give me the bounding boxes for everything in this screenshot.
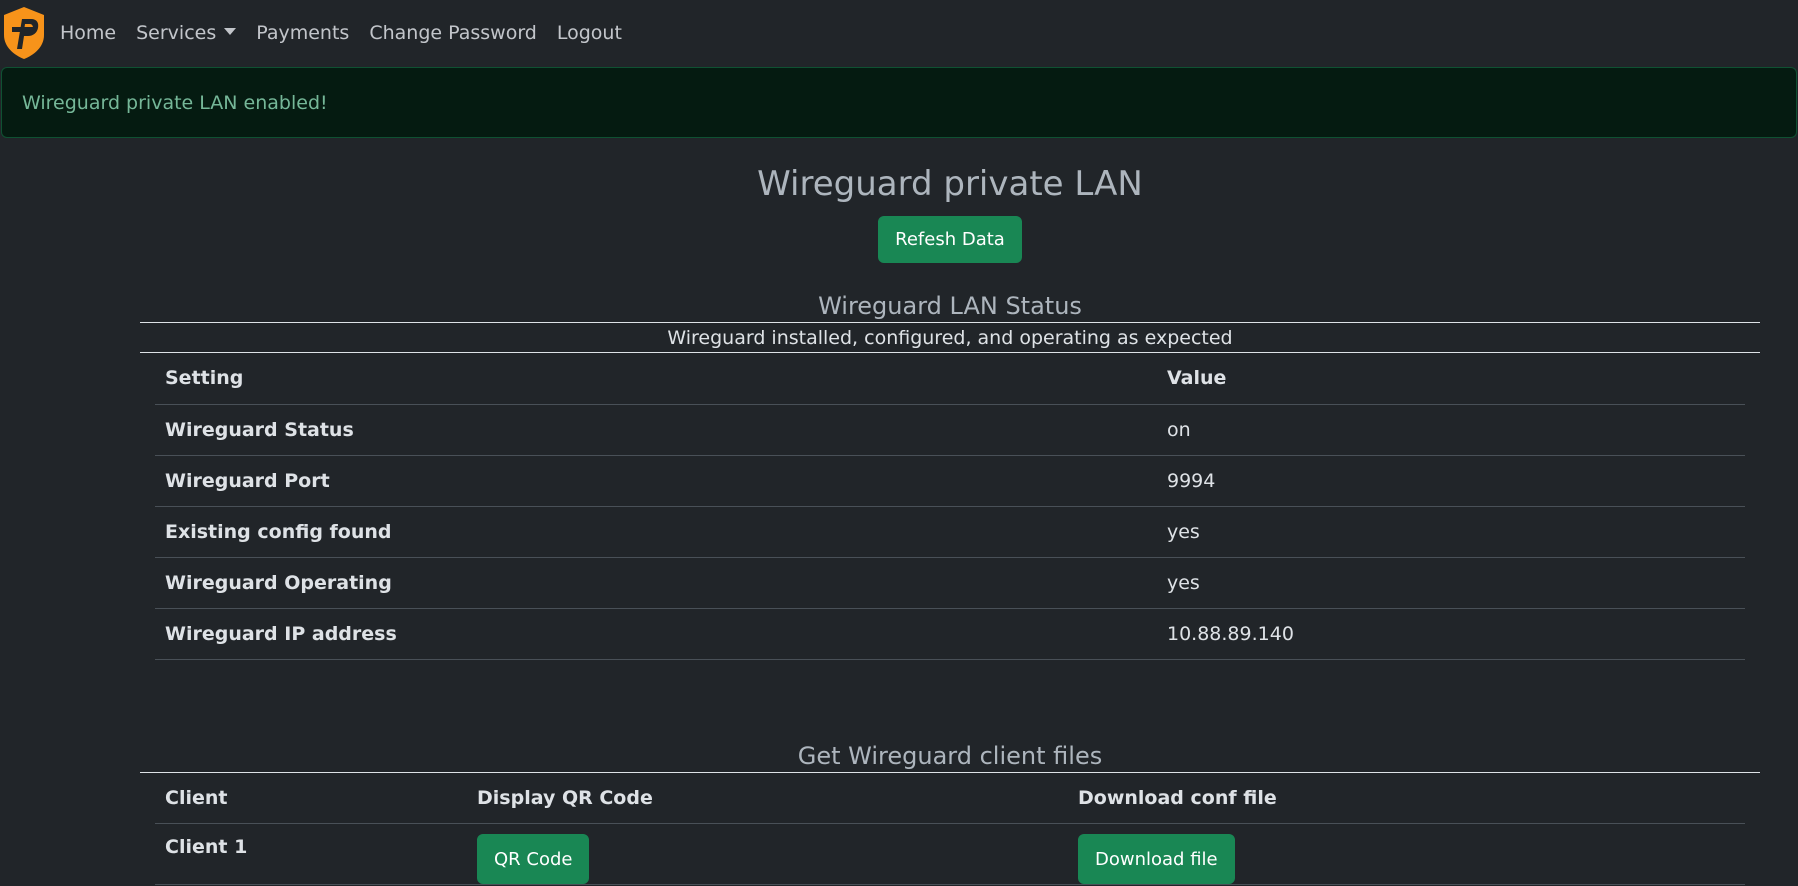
setting-name: Wireguard IP address — [155, 608, 1157, 660]
status-message: Wireguard installed, configured, and ope… — [140, 323, 1760, 353]
column-header-client: Client — [155, 772, 467, 824]
setting-name: Wireguard Status — [155, 404, 1157, 456]
setting-value: 10.88.89.140 — [1157, 608, 1745, 660]
status-table: Setting Value Wireguard Status on Wiregu… — [155, 353, 1745, 660]
success-alert: Wireguard private LAN enabled! — [1, 67, 1797, 138]
setting-name: Wireguard Port — [155, 455, 1157, 507]
status-section-title: Wireguard LAN Status — [818, 292, 1082, 320]
logo-icon[interactable] — [0, 5, 48, 61]
setting-value: yes — [1157, 557, 1745, 609]
navbar: Home Services Payments Change Password L… — [0, 0, 1798, 66]
qr-cell: QR Code — [467, 823, 1068, 885]
refresh-data-button[interactable]: Refesh Data — [878, 216, 1022, 263]
download-file-button[interactable]: Download file — [1078, 834, 1235, 884]
setting-value: yes — [1157, 506, 1745, 558]
table-row: Wireguard IP address 10.88.89.140 — [155, 608, 1745, 660]
table-row: Client 1 QR Code Download file — [155, 823, 1745, 885]
table-header-row: Client Display QR Code Download conf fil… — [155, 772, 1745, 824]
column-header-value: Value — [1157, 353, 1745, 405]
qr-code-button[interactable]: QR Code — [477, 834, 590, 884]
client-name: Client 1 — [155, 823, 467, 885]
nav-change-password[interactable]: Change Password — [369, 22, 537, 44]
setting-value: on — [1157, 404, 1745, 456]
nav-home[interactable]: Home — [60, 22, 116, 44]
table-row: Existing config found yes — [155, 506, 1745, 558]
nav-payments[interactable]: Payments — [256, 22, 349, 44]
column-header-qr: Display QR Code — [467, 772, 1068, 824]
nav-services-label: Services — [136, 22, 217, 44]
setting-value: 9994 — [1157, 455, 1745, 507]
column-header-download: Download conf file — [1068, 772, 1745, 824]
download-cell: Download file — [1068, 823, 1745, 885]
nav-logout[interactable]: Logout — [557, 22, 622, 44]
table-row: Wireguard Operating yes — [155, 557, 1745, 609]
main-content: Wireguard private LAN Refesh Data Wiregu… — [140, 138, 1760, 885]
setting-name: Existing config found — [155, 506, 1157, 558]
table-header-row: Setting Value — [155, 353, 1745, 405]
client-files-table: Client Display QR Code Download conf fil… — [155, 772, 1745, 885]
alert-text: Wireguard private LAN enabled! — [22, 91, 328, 114]
nav-services-dropdown[interactable]: Services — [136, 22, 237, 44]
table-row: Wireguard Port 9994 — [155, 455, 1745, 507]
client-files-section-title: Get Wireguard client files — [797, 741, 1103, 770]
chevron-down-icon — [224, 28, 237, 35]
column-header-setting: Setting — [155, 353, 1157, 405]
setting-name: Wireguard Operating — [155, 557, 1157, 609]
page-title: Wireguard private LAN — [757, 164, 1143, 204]
table-row: Wireguard Status on — [155, 404, 1745, 456]
